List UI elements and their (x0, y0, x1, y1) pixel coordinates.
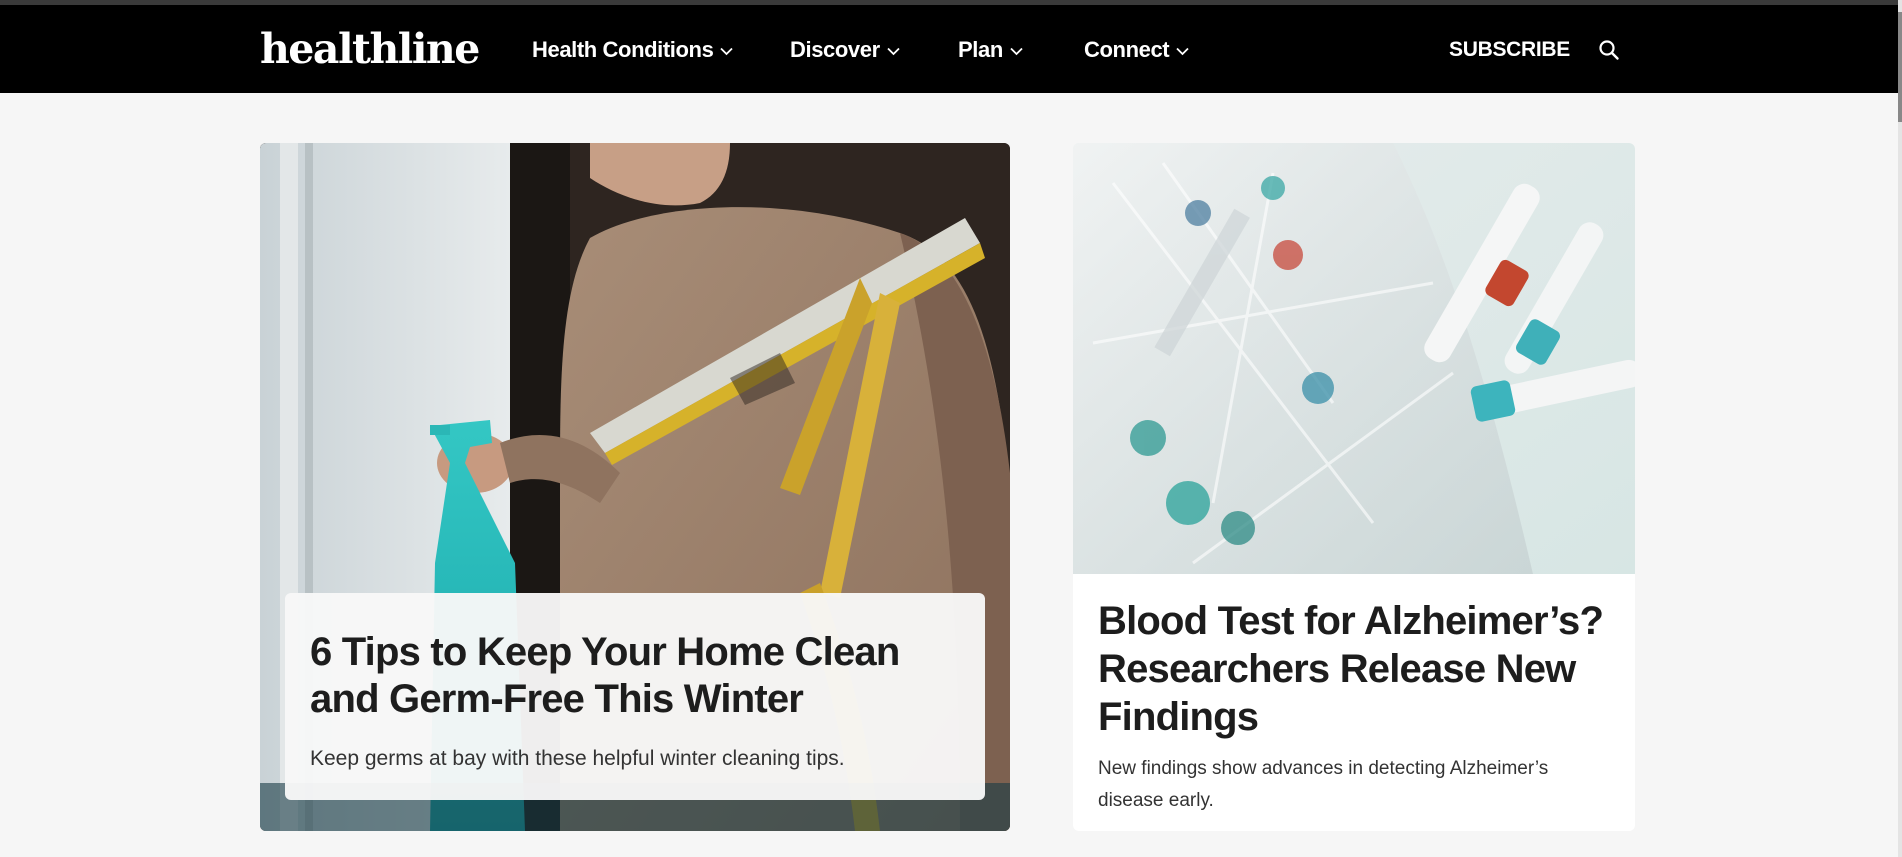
search-icon (1599, 40, 1619, 60)
chevron-down-icon (1010, 47, 1023, 56)
article-dek: Keep germs at bay with these helpful win… (310, 747, 845, 770)
article-headline[interactable]: 6 Tips to Keep Your Home Clean and Germ-… (310, 629, 960, 723)
site-header: healthline Health Conditions Discover Pl… (0, 5, 1898, 93)
article-card[interactable]: Blood Test for Alzheimer’s? Researchers … (1073, 143, 1635, 831)
nav-label: Health Conditions (532, 37, 714, 62)
chevron-down-icon (720, 47, 734, 56)
search-button[interactable] (1598, 39, 1622, 63)
article-dek: New findings show advances in detecting … (1098, 758, 1549, 811)
healthline-logo[interactable]: healthline (260, 27, 480, 71)
chevron-down-icon (1176, 47, 1189, 56)
subscribe-link[interactable]: SUBSCRIBE (1449, 38, 1570, 62)
article-image (1073, 143, 1635, 574)
chevron-down-icon (887, 47, 900, 56)
scrollbar-track[interactable] (1898, 0, 1902, 857)
article-headline[interactable]: Blood Test for Alzheimer’s? Researchers … (1098, 597, 1618, 741)
nav-label: Discover (790, 37, 880, 62)
nav-label: Connect (1084, 37, 1170, 62)
nav-label: Plan (958, 37, 1003, 62)
article-text: Blood Test for Alzheimer’s? Researchers … (1098, 597, 1618, 817)
nav-discover[interactable]: Discover (790, 38, 900, 62)
nav-health-conditions[interactable]: Health Conditions (532, 37, 734, 62)
featured-article-caption[interactable]: 6 Tips to Keep Your Home Clean and Germ-… (285, 593, 985, 800)
nav-plan[interactable]: Plan (958, 38, 1023, 62)
nav-connect[interactable]: Connect (1084, 38, 1189, 62)
scrollbar-thumb[interactable] (1898, 12, 1902, 122)
